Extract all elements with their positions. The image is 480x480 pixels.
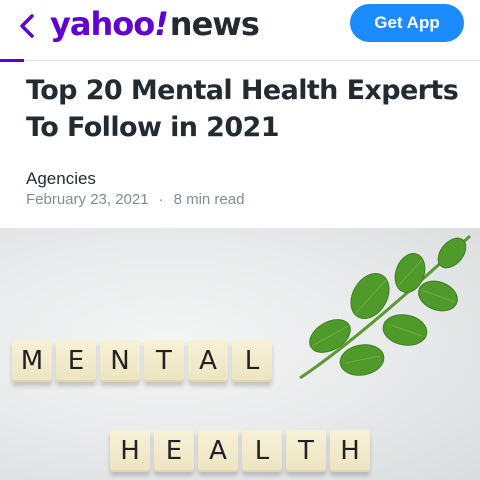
- chevron-left-icon[interactable]: [14, 10, 42, 42]
- letter-tile: T: [286, 430, 326, 472]
- letter-tile: L: [232, 340, 272, 382]
- yahoo-news-logo[interactable]: yahoo ! news: [50, 4, 260, 44]
- article-author[interactable]: Agencies: [26, 169, 96, 189]
- get-app-button[interactable]: Get App: [350, 4, 464, 42]
- letter-tile: H: [110, 430, 150, 472]
- letter-tile: M: [12, 340, 52, 382]
- letter-tile: E: [56, 340, 96, 382]
- letter-tile: H: [330, 430, 370, 472]
- article-read-time: 8 min read: [173, 191, 245, 208]
- article-meta: February 23, 2021 · 8 min read: [26, 191, 244, 208]
- logo-news: news: [169, 5, 260, 43]
- meta-separator: ·: [158, 191, 164, 208]
- logo-yahoo: yahoo: [50, 5, 155, 43]
- app-header: yahoo ! news Get App: [0, 0, 480, 58]
- logo-exclamation: !: [154, 5, 169, 43]
- letter-tile: A: [198, 430, 238, 472]
- header-accent-indicator: [0, 59, 24, 62]
- letter-tile: T: [144, 340, 184, 382]
- letter-tile: A: [188, 340, 228, 382]
- letter-tile: L: [242, 430, 282, 472]
- letter-tile: E: [154, 430, 194, 472]
- article-date: February 23, 2021: [26, 191, 149, 208]
- header-divider: [0, 60, 480, 61]
- article-title: Top 20 Mental Health Experts To Follow i…: [26, 75, 459, 143]
- letter-tile: N: [100, 340, 140, 382]
- hero-image[interactable]: MENTAL HEALTH: [0, 228, 480, 480]
